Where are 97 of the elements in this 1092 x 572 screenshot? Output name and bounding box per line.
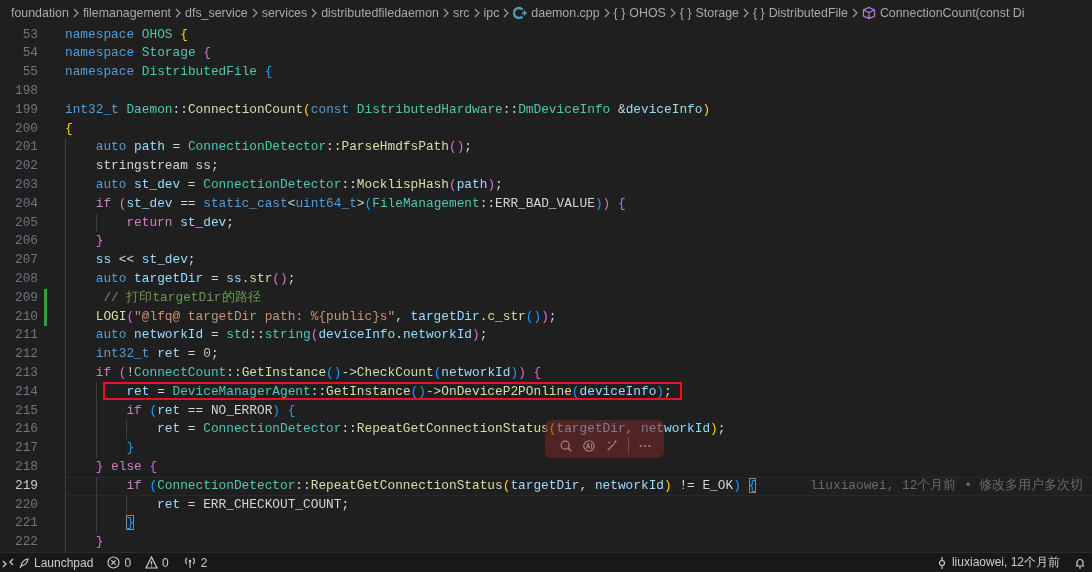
code-line: auto path = ConnectionDetector::ParseHmdfsPath();: [95, 138, 473, 157]
status-item[interactable]: Launchpad: [34, 555, 94, 570]
chevron-icon: [310, 7, 319, 18]
line-number: 222: [13, 533, 38, 552]
code-line: {: [65, 119, 73, 138]
code-line: namespace DistributedFile {: [65, 63, 273, 82]
code-line: // 打印targetDir的路径: [102, 288, 261, 307]
breadcrumb-item[interactable]: ConnectionCount(const Di: [879, 5, 1025, 20]
line-number: 206: [13, 232, 38, 251]
code-line: auto st_dev = ConnectionDetector::MocklispHash(path);: [95, 176, 503, 195]
line-number: 208: [13, 270, 38, 289]
line-number: 209: [13, 288, 38, 307]
breadcrumb-item[interactable]: services: [261, 5, 308, 20]
code-line: }: [95, 232, 104, 251]
breadcrumb-item[interactable]: DistributedFile: [768, 5, 848, 20]
line-number: 219: [13, 476, 38, 495]
breadcrumb-item[interactable]: Storage: [695, 5, 739, 20]
status-item[interactable]: 0: [162, 555, 169, 570]
search-icon[interactable]: [559, 438, 573, 453]
chevron-icon: [71, 7, 80, 18]
line-number: 218: [13, 458, 38, 476]
code-line: ret = ConnectionDetector::RepeatGetConnectionStatus(targetDir, networkId);: [157, 420, 726, 439]
line-number: 201: [13, 138, 38, 157]
braces-icon: { }: [613, 5, 626, 20]
chevron-icon: [850, 7, 859, 18]
chevron-icon: [602, 7, 611, 18]
code-line: namespace OHOS {: [65, 25, 188, 44]
status-item[interactable]: 2: [200, 555, 208, 570]
chevron-icon: [472, 7, 481, 18]
line-number: 214: [13, 382, 38, 401]
breadcrumb-item[interactable]: distributedfiledaemon: [321, 5, 439, 20]
code-line: if (st_dev == static_cast<uint64_t>(FileManagement::ERR_BAD_VALUE)) {: [95, 194, 626, 213]
line-number: 198: [13, 82, 38, 101]
chevron-icon: [250, 7, 259, 18]
line-number: 204: [13, 194, 38, 213]
code-line: if (ret == NO_ERROR) {: [126, 401, 296, 420]
code-line: auto networkId = std::string(deviceInfo.networkId);: [95, 326, 488, 345]
status-item[interactable]: 0: [124, 555, 132, 570]
breadcrumb-item[interactable]: ipc: [483, 5, 500, 20]
chevron-icon: [502, 7, 511, 18]
line-number: 199: [13, 100, 38, 119]
breadcrumb-item[interactable]: filemanagement: [82, 5, 172, 20]
code-line: }: [126, 439, 135, 458]
chevron-icon: [174, 7, 183, 18]
error-icon: [107, 556, 121, 569]
wand-icon[interactable]: [605, 438, 619, 453]
line-number: 215: [13, 401, 38, 420]
code-line: }: [95, 533, 104, 552]
breadcrumb-item[interactable]: foundation: [11, 5, 69, 20]
code-line: namespace Storage {: [65, 44, 211, 63]
cube-icon: [861, 5, 876, 20]
line-number: 55: [21, 63, 38, 82]
line-number: 54: [21, 44, 38, 63]
chevron-icon: [442, 7, 450, 18]
line-number: 212: [13, 345, 38, 364]
line-number: 53: [21, 25, 38, 44]
braces-icon: { }: [679, 5, 692, 20]
code-line: ret = ERR_CHECKOUT_COUNT;: [157, 495, 350, 514]
braces-icon: { }: [752, 5, 765, 20]
broadcast-icon: [182, 556, 197, 569]
ai-circle-icon[interactable]: [582, 438, 596, 453]
breadcrumb-item[interactable]: daemon.cpp: [531, 5, 600, 20]
code-line: LOGI("@lfq@ targetDir path: %{public}s", targetDir.c_str());: [95, 307, 557, 326]
code-line: if (!ConnectCount::GetInstance()->CheckCount(networkId)) {: [95, 364, 542, 383]
breadcrumb-item[interactable]: dfs_service: [185, 5, 248, 20]
line-number: 211: [13, 326, 38, 345]
line-number: 213: [13, 364, 38, 383]
remote-icon: [2, 556, 14, 569]
cpp-file-icon: [513, 5, 528, 20]
line-number: 200: [13, 119, 38, 138]
chevron-icon: [668, 7, 677, 18]
code-line: int32_t Daemon::ConnectionCount(const DistributedHardware::DmDeviceInfo &deviceInfo): [65, 100, 711, 119]
line-number: 216: [13, 420, 38, 439]
line-number: 220: [13, 495, 38, 514]
blame-annotation: liuxiaowei, 12个月前 • 修改多用户多次切: [809, 476, 1084, 495]
code-line: return st_dev;: [126, 213, 234, 232]
breadcrumb-item[interactable]: src: [453, 5, 470, 20]
bell-icon[interactable]: [1074, 556, 1086, 569]
code-line: } else {: [95, 458, 158, 476]
code-line: int32_t ret = 0;: [95, 345, 219, 364]
code-line: stringstream ss;: [95, 157, 219, 176]
line-number: 210: [13, 307, 38, 326]
line-number: 203: [13, 176, 38, 195]
chevron-icon: [741, 7, 750, 18]
code-line: }: [126, 514, 135, 533]
code-line: ss << st_dev;: [95, 251, 196, 270]
breadcrumb-item[interactable]: OHOS: [629, 5, 666, 20]
line-number: 207: [13, 251, 38, 270]
line-number: 221: [13, 514, 38, 533]
code-line: if (ConnectionDetector::RepeatGetConnectionStatus(targetDir, networkId) != E_OK) {: [126, 476, 757, 495]
code-line: ret = DeviceManagerAgent::GetInstance()->OnDeviceP2POnline(deviceInfo);: [126, 382, 672, 401]
code-line: auto targetDir = ss.str();: [95, 270, 296, 289]
status-item[interactable]: liuxiaowei, 12个月前: [951, 554, 1060, 571]
line-number: 217: [13, 439, 38, 458]
line-number: 202: [13, 157, 38, 176]
warning-icon: [145, 556, 159, 569]
line-number: 205: [13, 213, 38, 232]
